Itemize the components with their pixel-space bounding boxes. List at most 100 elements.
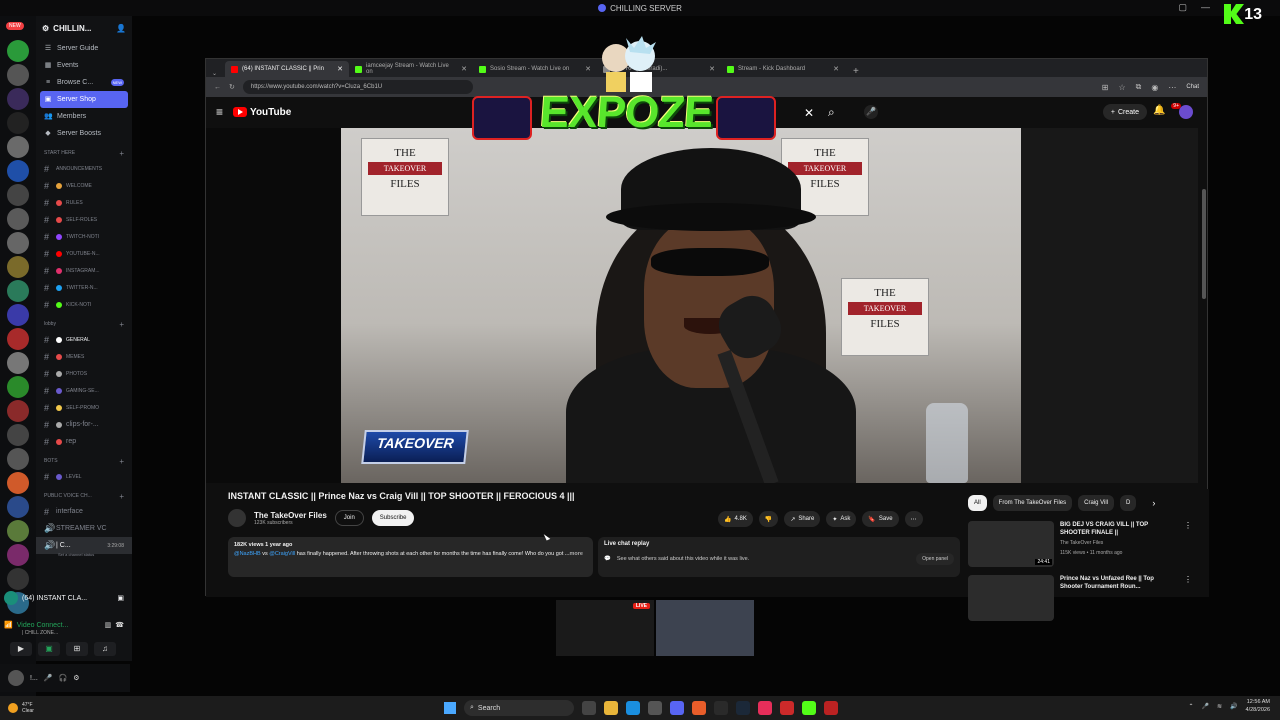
windows-start-icon[interactable] bbox=[444, 702, 456, 714]
server-icon[interactable] bbox=[7, 568, 29, 590]
server-icon[interactable] bbox=[7, 376, 29, 398]
server-icon[interactable] bbox=[7, 112, 29, 134]
channel-instagram[interactable]: # INSTAGRAM... bbox=[36, 262, 132, 279]
popout-icon[interactable]: ▣ bbox=[117, 594, 124, 602]
mic-icon[interactable]: 🎤 bbox=[44, 674, 53, 682]
dislike-button[interactable]: 👎 bbox=[758, 511, 779, 527]
minimize-icon[interactable]: — bbox=[1201, 2, 1210, 13]
category-public-voice[interactable]: PUBLIC VOICE CH... + bbox=[36, 489, 132, 503]
volume-icon[interactable]: 🔊 bbox=[1230, 703, 1237, 710]
adobe-icon[interactable] bbox=[780, 701, 794, 715]
add-member-icon[interactable]: 👤 bbox=[116, 24, 126, 33]
youtube-logo[interactable]: YouTube bbox=[233, 107, 291, 118]
server-header[interactable]: ⚙ CHILLIN... 👤 bbox=[36, 16, 132, 40]
screen-share-button[interactable]: ▣ bbox=[38, 642, 60, 656]
chip-more[interactable]: D bbox=[1120, 495, 1137, 511]
server-icon[interactable] bbox=[7, 40, 29, 62]
more-actions-button[interactable]: ⋯ bbox=[904, 511, 923, 527]
app-icon[interactable] bbox=[824, 701, 838, 715]
tab-kick-dashboard[interactable]: Stream - Kick Dashboard ✕ bbox=[721, 61, 845, 77]
mention-link[interactable]: @NazBHB bbox=[234, 551, 261, 557]
search-icon[interactable]: ⌕ bbox=[828, 105, 835, 120]
server-icon[interactable] bbox=[7, 304, 29, 326]
tiktok-icon[interactable] bbox=[758, 701, 772, 715]
channel-announcements[interactable]: # ANNOUNCEMENTS bbox=[36, 160, 132, 177]
server-icon[interactable] bbox=[7, 64, 29, 86]
server-icon[interactable] bbox=[7, 88, 29, 110]
mention-link[interactable]: @CraigVill bbox=[269, 551, 295, 557]
nav-server-boosts[interactable]: ◆ Server Boosts bbox=[36, 125, 132, 142]
activities-button[interactable]: ⊞ bbox=[66, 642, 88, 656]
server-icon[interactable] bbox=[7, 496, 29, 518]
add-channel-icon[interactable]: + bbox=[119, 149, 124, 158]
channel-twitch-noti[interactable]: # TWITCH-NOTI bbox=[36, 228, 132, 245]
related-video[interactable]: 24:41 BIG DEJ VS CRAIG VILL || TOP SHOOT… bbox=[968, 521, 1198, 569]
reload-icon[interactable]: ↻ bbox=[229, 83, 235, 91]
extensions-icon[interactable]: ⧉ bbox=[1136, 82, 1142, 92]
add-channel-icon[interactable]: + bbox=[119, 457, 124, 466]
join-button[interactable]: Join bbox=[334, 510, 364, 526]
add-channel-icon[interactable]: + bbox=[119, 320, 124, 329]
edge-icon[interactable] bbox=[626, 701, 640, 715]
video-thumbnail[interactable] bbox=[968, 575, 1054, 621]
tab-youtube[interactable]: (64) INSTANT CLASSIC || Prin ✕ bbox=[225, 61, 350, 77]
server-icon[interactable] bbox=[7, 160, 29, 182]
video-thumbnail[interactable]: 24:41 bbox=[968, 521, 1054, 567]
category-bots[interactable]: BOTS + bbox=[36, 454, 132, 468]
back-icon[interactable]: ← bbox=[214, 84, 221, 91]
nav-members[interactable]: 👥 Members bbox=[36, 108, 132, 125]
channel-self-roles[interactable]: # SELF-ROLES bbox=[36, 211, 132, 228]
close-tab-icon[interactable]: ✕ bbox=[833, 65, 839, 73]
weather-widget[interactable]: 47°F Clear bbox=[0, 702, 34, 714]
server-icon[interactable] bbox=[7, 424, 29, 446]
like-button[interactable]: 👍 4.8K bbox=[718, 511, 753, 527]
chevron-up-icon[interactable]: ⌃ bbox=[1189, 703, 1194, 710]
channel-streamer-vc[interactable]: 🔊 STREAMER VC bbox=[36, 520, 132, 537]
nav-server-shop[interactable]: ▣ Server Shop bbox=[40, 91, 128, 108]
disconnect-icon[interactable]: ☎ bbox=[115, 621, 124, 629]
add-channel-icon[interactable]: + bbox=[119, 492, 124, 501]
video-player[interactable]: THE TAKEOVER FILES THE TAKEOVER FILES THE TAK… bbox=[206, 128, 1198, 483]
channel-level[interactable]: # LEVEL bbox=[36, 468, 132, 485]
obs-icon[interactable] bbox=[714, 701, 728, 715]
description-box[interactable]: 182K views 1 year ago @NazBHB vs @CraigV… bbox=[228, 537, 593, 577]
voice-search-icon[interactable]: 🎤 bbox=[864, 105, 878, 119]
server-icon[interactable] bbox=[7, 472, 29, 494]
close-tab-icon[interactable]: ✕ bbox=[461, 65, 467, 73]
server-icon[interactable] bbox=[7, 208, 29, 230]
more-dots-icon[interactable]: ⋮ bbox=[1184, 575, 1192, 623]
channel-rep[interactable]: # rep bbox=[36, 433, 132, 450]
server-icon[interactable] bbox=[7, 544, 29, 566]
clock[interactable]: 12:56 AM 4/28/2026 bbox=[1246, 698, 1270, 714]
more-dots-icon[interactable]: ⋮ bbox=[1184, 521, 1192, 569]
server-icon[interactable] bbox=[7, 448, 29, 470]
channel-status-prompt[interactable]: Set a channel status bbox=[36, 552, 132, 557]
activity-row[interactable]: (64) INSTANT CLA... ▣ bbox=[4, 588, 124, 608]
server-icon[interactable] bbox=[7, 256, 29, 278]
channel-name[interactable]: The TakeOver Files bbox=[254, 511, 327, 520]
nav-browse-channels[interactable]: ≡ Browse C... NEW bbox=[36, 74, 132, 91]
ask-button[interactable]: ✦ Ask bbox=[826, 511, 857, 527]
show-more-link[interactable]: ...more bbox=[565, 551, 583, 557]
server-icon[interactable] bbox=[7, 352, 29, 374]
steam-icon[interactable] bbox=[736, 701, 750, 715]
bookmark-star-icon[interactable]: ☆ bbox=[1118, 83, 1125, 92]
subscribe-button[interactable]: Subscribe bbox=[371, 510, 415, 526]
open-panel-button[interactable]: Open panel bbox=[916, 553, 954, 565]
hamburger-menu-icon[interactable]: ≡ bbox=[216, 105, 223, 119]
profile-icon[interactable]: ◉ bbox=[1151, 83, 1158, 92]
server-icon[interactable] bbox=[7, 400, 29, 422]
url-field[interactable]: https://www.youtube.com/watch?v=Cluza_6C… bbox=[242, 80, 473, 94]
taskbar-search[interactable]: ⌕ Search bbox=[464, 700, 574, 716]
channel-self-promo[interactable]: # SELF-PROMO bbox=[36, 399, 132, 416]
channel-kick-noti[interactable]: # KICK-NOTI bbox=[36, 296, 132, 313]
tab-search-icon[interactable]: ⌄ bbox=[212, 70, 225, 77]
channel-gaming-session[interactable]: # GAMING-SE... bbox=[36, 382, 132, 399]
server-icon[interactable] bbox=[7, 520, 29, 542]
new-tab-button[interactable]: + bbox=[845, 66, 867, 77]
headphones-icon[interactable]: 🎧 bbox=[59, 674, 68, 682]
clear-search-icon[interactable]: ✕ bbox=[804, 106, 814, 120]
channel-photos[interactable]: # PHOTOS bbox=[36, 365, 132, 382]
menu-dots-icon[interactable]: ⋯ bbox=[1168, 83, 1176, 92]
pin-icon[interactable]: ▢ bbox=[1178, 2, 1187, 13]
